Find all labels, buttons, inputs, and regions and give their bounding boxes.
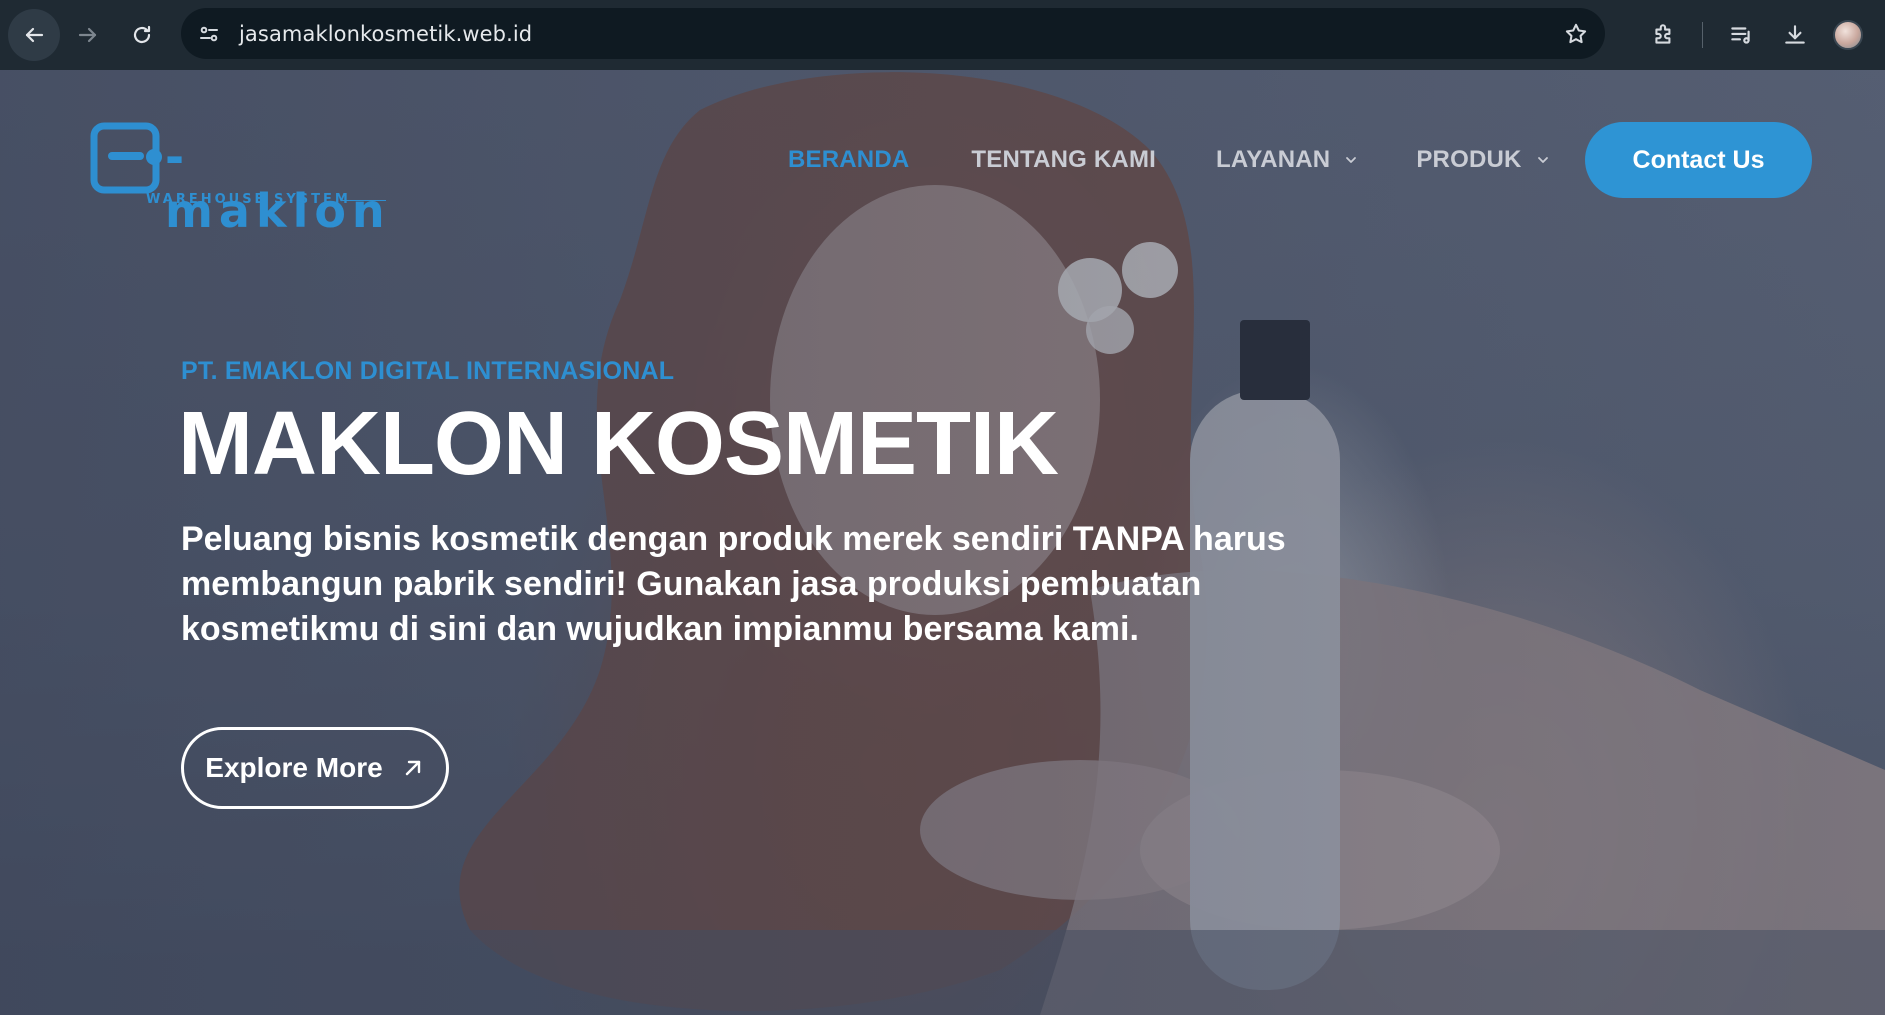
nav-beranda[interactable]: BERANDA xyxy=(788,146,909,174)
back-button[interactable] xyxy=(8,9,60,61)
hero-section: -maklon WAREHOUSE SYSTEM BERANDA TENTANG… xyxy=(0,70,1885,1015)
profile-avatar[interactable] xyxy=(1833,20,1863,50)
download-icon xyxy=(1785,25,1805,44)
logo-wordmark: -maklon xyxy=(165,130,391,238)
forward-button[interactable] xyxy=(62,9,114,61)
downloads-button[interactable] xyxy=(1779,19,1811,51)
reading-list-button[interactable] xyxy=(1725,19,1757,51)
extensions-button[interactable] xyxy=(1648,19,1680,51)
nav-layanan[interactable]: LAYANAN xyxy=(1216,146,1358,174)
site-header: -maklon WAREHOUSE SYSTEM BERANDA TENTANG… xyxy=(0,70,1885,238)
reload-icon xyxy=(133,25,151,44)
nav-tentang-kami-label: TENTANG KAMI xyxy=(971,146,1157,173)
toolbar-actions xyxy=(1648,12,1863,58)
explore-more-button[interactable]: Explore More xyxy=(181,727,449,809)
contact-us-button[interactable]: Contact Us xyxy=(1585,122,1812,198)
site-logo[interactable]: -maklon WAREHOUSE SYSTEM xyxy=(90,120,390,238)
logo-tagline: WAREHOUSE SYSTEM xyxy=(146,192,351,207)
hero-eyebrow: PT. EMAKLON DIGITAL INTERNASIONAL xyxy=(181,357,675,385)
nav-produk-label: PRODUK xyxy=(1416,146,1522,173)
reading-list-icon xyxy=(1731,27,1750,44)
nav-layanan-label: LAYANAN xyxy=(1216,146,1331,173)
chevron-down-icon xyxy=(1346,157,1357,163)
browser-toolbar: jasamaklonkosmetik.web.id xyxy=(0,0,1885,70)
forward-arrow-icon xyxy=(78,27,97,43)
reload-button[interactable] xyxy=(116,9,168,61)
url-text[interactable]: jasamaklonkosmetik.web.id xyxy=(239,22,1563,46)
arrow-up-right-icon xyxy=(405,760,420,776)
toolbar-separator xyxy=(1702,22,1703,48)
hero-title: MAKLON KOSMETIK xyxy=(178,394,1059,494)
bookmark-star-icon[interactable] xyxy=(1563,21,1589,47)
logo-e-mark xyxy=(90,122,162,194)
chevron-down-icon xyxy=(1537,157,1548,163)
nav-tentang-kami[interactable]: TENTANG KAMI xyxy=(971,146,1156,174)
explore-more-label: Explore More xyxy=(205,752,383,783)
site-settings-icon[interactable] xyxy=(197,22,221,46)
back-arrow-icon xyxy=(25,27,44,43)
address-bar[interactable]: jasamaklonkosmetik.web.id xyxy=(181,8,1605,59)
main-navigation: BERANDA TENTANG KAMI LAYANAN PRODUK xyxy=(788,145,1550,175)
extensions-icon xyxy=(1655,24,1671,44)
nav-beranda-label: BERANDA xyxy=(788,146,910,173)
logo-tagline-rule xyxy=(342,200,386,201)
hero-description: Peluang bisnis kosmetik dengan produk me… xyxy=(181,520,1286,648)
nav-produk[interactable]: PRODUK xyxy=(1416,146,1549,174)
